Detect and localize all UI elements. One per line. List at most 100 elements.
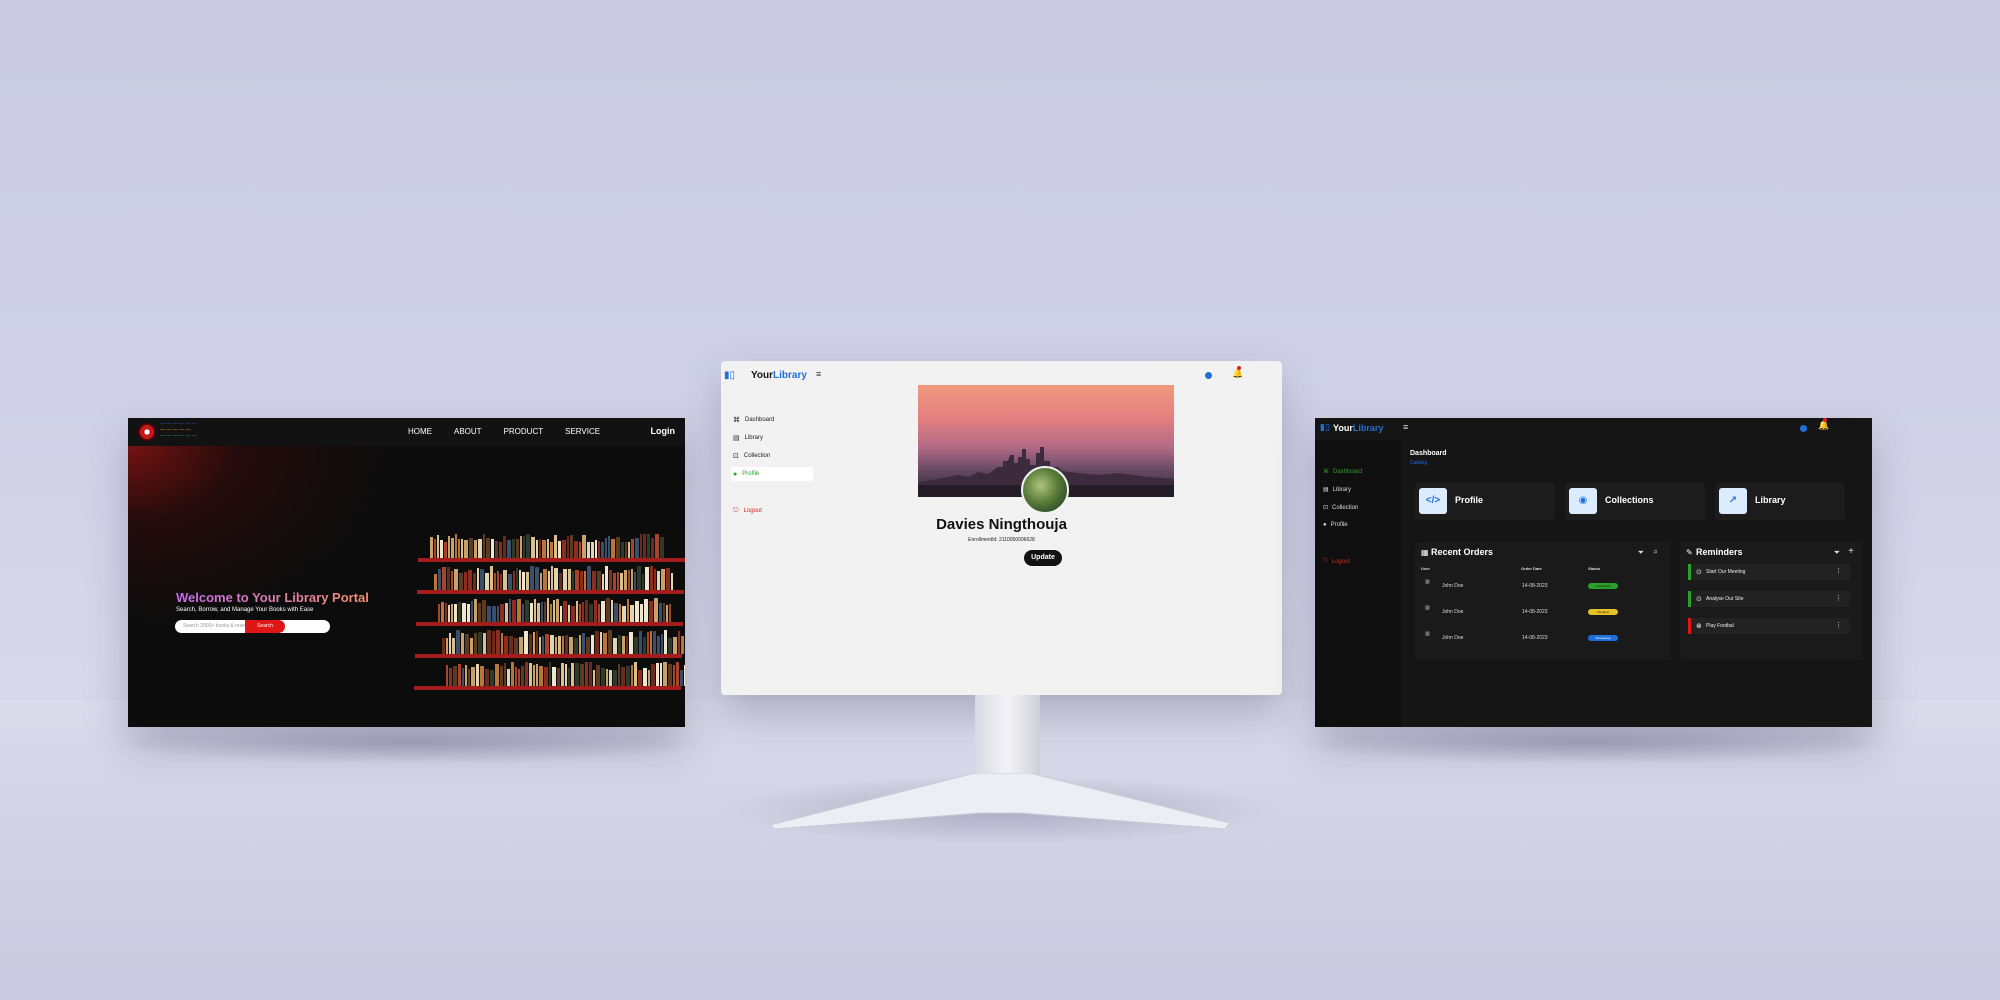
brand-suffix: Library	[773, 370, 807, 381]
nav-home-link[interactable]: HOME	[408, 427, 432, 436]
column-header: Order Date	[1521, 566, 1542, 571]
sidebar-label: Collection	[1332, 504, 1359, 511]
user-icon: ●	[733, 470, 738, 478]
book-icon: ▤	[733, 435, 740, 442]
logout-icon: ⎋	[733, 507, 739, 514]
code-icon: </>	[1419, 488, 1447, 514]
bell-icon[interactable]: 🔔	[1232, 366, 1243, 379]
login-link[interactable]: Login	[651, 426, 676, 436]
card-label: Profile	[1455, 495, 1484, 505]
logout-icon: ⎋	[1323, 558, 1328, 564]
bag-icon: ⊡	[1323, 505, 1329, 511]
reminder-status-bar	[1688, 618, 1691, 634]
sidebar-item-collection[interactable]: ⊡ Collection	[733, 452, 770, 460]
brand-prefix: Your	[1333, 423, 1353, 433]
order-date: 14-08-2023	[1522, 583, 1548, 589]
sidebar-item-logout[interactable]: ⎋ Logout	[1323, 558, 1350, 565]
sidebar-item-library[interactable]: ▤ Library	[1323, 486, 1352, 494]
search-icon[interactable]: ⌕	[1654, 547, 1658, 557]
nav-product-link[interactable]: PRODUCT	[504, 427, 544, 436]
search-button[interactable]: Search	[245, 620, 285, 633]
panel-title: Recent Orders	[1431, 547, 1494, 557]
sidebar-label: Collection	[743, 453, 771, 459]
logo-wordmark: — — — — — — — — — — — — — — — — —	[160, 421, 197, 439]
more-vert-icon[interactable]: ⋮	[1835, 621, 1842, 629]
breadcrumb[interactable]: Catalog	[1410, 460, 1427, 466]
bag-icon: ⊡	[733, 453, 739, 460]
dashboard-icon: ⌘	[1323, 469, 1329, 475]
card-library[interactable]: ↗ Library	[1715, 482, 1845, 520]
sidebar-item-collection[interactable]: ⊡ Collection	[1323, 504, 1359, 512]
column-header: User	[1421, 566, 1430, 571]
check-circle-icon[interactable]: ⊙	[1696, 595, 1702, 603]
x-circle-icon[interactable]: ⊗	[1696, 622, 1702, 630]
user-status-dot[interactable]	[1205, 372, 1212, 379]
recent-orders-panel: ▦ Recent Orders ⏷ ⌕ User Order Date Stat…	[1415, 542, 1670, 660]
user-icon: ●	[1323, 522, 1327, 528]
update-button[interactable]: Update	[1024, 550, 1062, 566]
profile-name: Davies Ningthouja	[936, 516, 1067, 533]
menu-toggle-icon[interactable]: ≡	[816, 369, 821, 379]
brand-logo[interactable]: YourLibrary	[1333, 423, 1383, 433]
book-row	[418, 660, 685, 686]
chart-icon: ↗	[1719, 488, 1747, 514]
doc-icon: ▥	[1425, 605, 1430, 611]
sidebar-label: Dashboard	[1333, 468, 1363, 475]
doc-icon: ▥	[1425, 631, 1430, 637]
center-monitor-screen: ▮▯ YourLibrary ≡ 🔔 ⌘ Dashboard ▤ Library ⊡…	[721, 361, 1282, 695]
reminder-item[interactable]: ⊙ Start Our Meeting ⋮	[1688, 564, 1850, 580]
shelf-plank	[418, 558, 685, 562]
book-row	[418, 564, 685, 590]
order-user: John Doe	[1442, 609, 1464, 615]
page-title: Dashboard	[1410, 450, 1447, 457]
sidebar-item-profile[interactable]: ● Profile	[1323, 522, 1348, 528]
sidebar-item-library[interactable]: ▤ Library	[733, 434, 763, 442]
sidebar-label: Library	[1332, 486, 1352, 493]
card-collections[interactable]: ◉ Collections	[1565, 482, 1705, 520]
nav-service-link[interactable]: SERVICE	[565, 427, 600, 436]
sidebar-label: Library	[744, 435, 763, 441]
menu-toggle-icon[interactable]: ≡	[1403, 422, 1408, 432]
book-row	[418, 532, 685, 558]
reminder-item[interactable]: ⊗ Play Footbal ⋮	[1688, 618, 1850, 634]
brand-logo[interactable]: YourLibrary	[751, 370, 807, 381]
monitor-stand-base	[770, 773, 1230, 829]
nav-about-link[interactable]: ABOUT	[454, 427, 482, 436]
user-status-dot[interactable]	[1800, 425, 1807, 432]
left-monitor-screen: — — — — — — — — — — — — — — — — — HOME A…	[128, 418, 685, 727]
add-icon[interactable]: +	[1848, 546, 1854, 557]
book-row	[418, 596, 685, 622]
filter-icon[interactable]: ⏷	[1834, 548, 1840, 558]
reminder-status-bar	[1688, 591, 1691, 607]
sidebar-item-dashboard[interactable]: ⌘ Dashboard	[733, 416, 774, 424]
sidebar-label: Logout	[743, 508, 762, 514]
avatar[interactable]	[1021, 466, 1069, 514]
sidebar-label: Logout	[1331, 558, 1351, 565]
books-icon: ▮▯	[724, 370, 736, 381]
brand-suffix: Library	[1352, 423, 1384, 433]
sidebar-item-logout[interactable]: ⎋ Logout	[733, 507, 762, 515]
notification-badge	[1823, 418, 1827, 422]
sidebar-item-profile[interactable]: ● Profile	[731, 467, 813, 481]
sidebar-item-dashboard[interactable]: ⌘ Dashboard	[1323, 468, 1363, 476]
doc-icon: ▥	[1425, 579, 1430, 585]
filter-icon[interactable]: ⏷	[1638, 548, 1644, 558]
top-navbar: — — — — — — — — — — — — — — — — — HOME A…	[128, 418, 685, 446]
panel-title: Reminders	[1696, 547, 1743, 557]
status-badge: Processing	[1588, 635, 1618, 641]
shelf-plank	[417, 590, 684, 594]
card-profile[interactable]: </> Profile	[1415, 482, 1555, 520]
check-circle-icon[interactable]: ⊙	[1696, 568, 1702, 576]
more-vert-icon[interactable]: ⋮	[1835, 594, 1842, 602]
reminder-text: Start Our Meeting	[1706, 569, 1746, 575]
reminder-item[interactable]: ⊙ Analyse Our Site ⋮	[1688, 591, 1850, 607]
hero-subtitle: Search, Borrow, and Manage Your Books wi…	[176, 607, 314, 613]
sidebar	[1315, 440, 1401, 727]
column-header: Status	[1588, 566, 1601, 571]
status-badge: Pending	[1588, 609, 1618, 615]
sidebar-label: Profile	[1330, 522, 1348, 528]
more-vert-icon[interactable]: ⋮	[1835, 567, 1842, 575]
card-label: Library	[1755, 495, 1786, 505]
logo-icon	[138, 423, 156, 441]
bell-icon[interactable]: 🔔	[1818, 418, 1829, 431]
